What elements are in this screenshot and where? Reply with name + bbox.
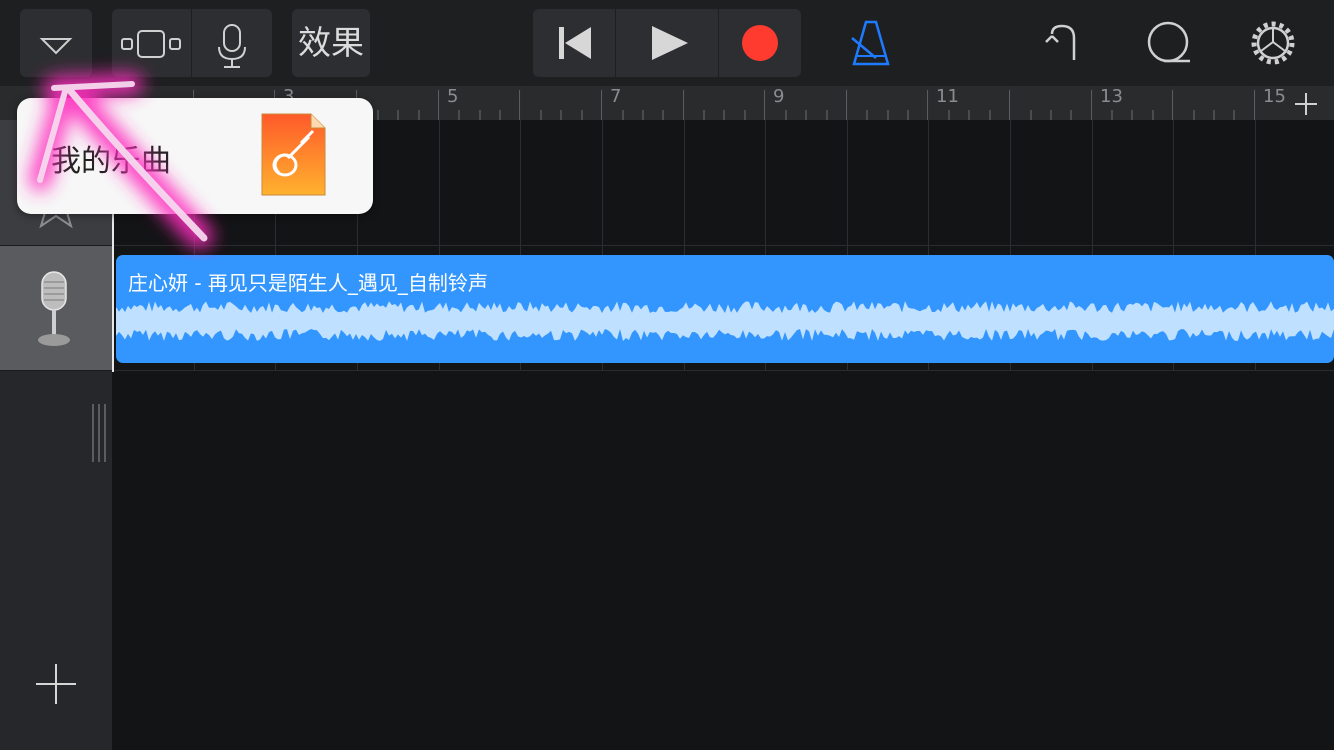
empty-track-area[interactable] [112, 371, 1334, 750]
waveform-path [116, 301, 1334, 341]
add-section-plus-icon[interactable] [1292, 90, 1320, 118]
loop-icon[interactable] [1144, 18, 1196, 68]
go-to-start-button[interactable] [533, 9, 615, 77]
record-icon [742, 25, 778, 61]
microphone-icon [218, 24, 246, 68]
tracks-view-icon [121, 30, 181, 58]
waveform [116, 301, 1334, 341]
play-button[interactable] [616, 9, 718, 77]
go-to-start-icon [559, 27, 591, 59]
play-icon [652, 26, 688, 60]
effects-button[interactable]: 效果 [292, 9, 370, 77]
effects-label: 效果 [298, 23, 364, 62]
settings-gear-icon[interactable] [1248, 18, 1298, 68]
add-track-plus-icon[interactable] [34, 662, 78, 706]
record-button[interactable] [719, 9, 801, 77]
ruler-bar-number: 13 [1100, 86, 1123, 107]
metronome-icon[interactable] [846, 16, 896, 70]
ruler-bar-number: 11 [936, 86, 959, 107]
vintage-microphone-icon [38, 271, 70, 346]
audio-region[interactable]: 庄心妍 - 再见只是陌生人_遇见_自制铃声 [116, 255, 1334, 363]
track-header-audio[interactable] [0, 246, 112, 371]
ruler-bar-number: 15 [1263, 86, 1286, 107]
top-toolbar: 效果 [0, 0, 1334, 86]
my-songs-popup[interactable]: 我的乐曲 [17, 98, 373, 214]
ruler-bar-number: 9 [773, 86, 785, 107]
garageband-file-icon [261, 113, 326, 196]
undo-icon[interactable] [1040, 20, 1084, 64]
my-songs-label: 我的乐曲 [51, 144, 171, 179]
tracks-view-button[interactable] [112, 9, 190, 77]
ruler-bar-number: 5 [447, 86, 459, 107]
ruler-bar-number: 7 [610, 86, 622, 107]
my-songs-button[interactable] [20, 9, 92, 77]
instrument-button[interactable] [192, 9, 272, 77]
garageband-tracks-view: 效果 3 5 7 9 11 13 15 庄心妍 - 再见只是陌生人_遇见_自制铃… [0, 0, 1334, 750]
dropdown-triangle-icon [39, 38, 73, 55]
drag-handle-icon[interactable] [90, 402, 110, 464]
